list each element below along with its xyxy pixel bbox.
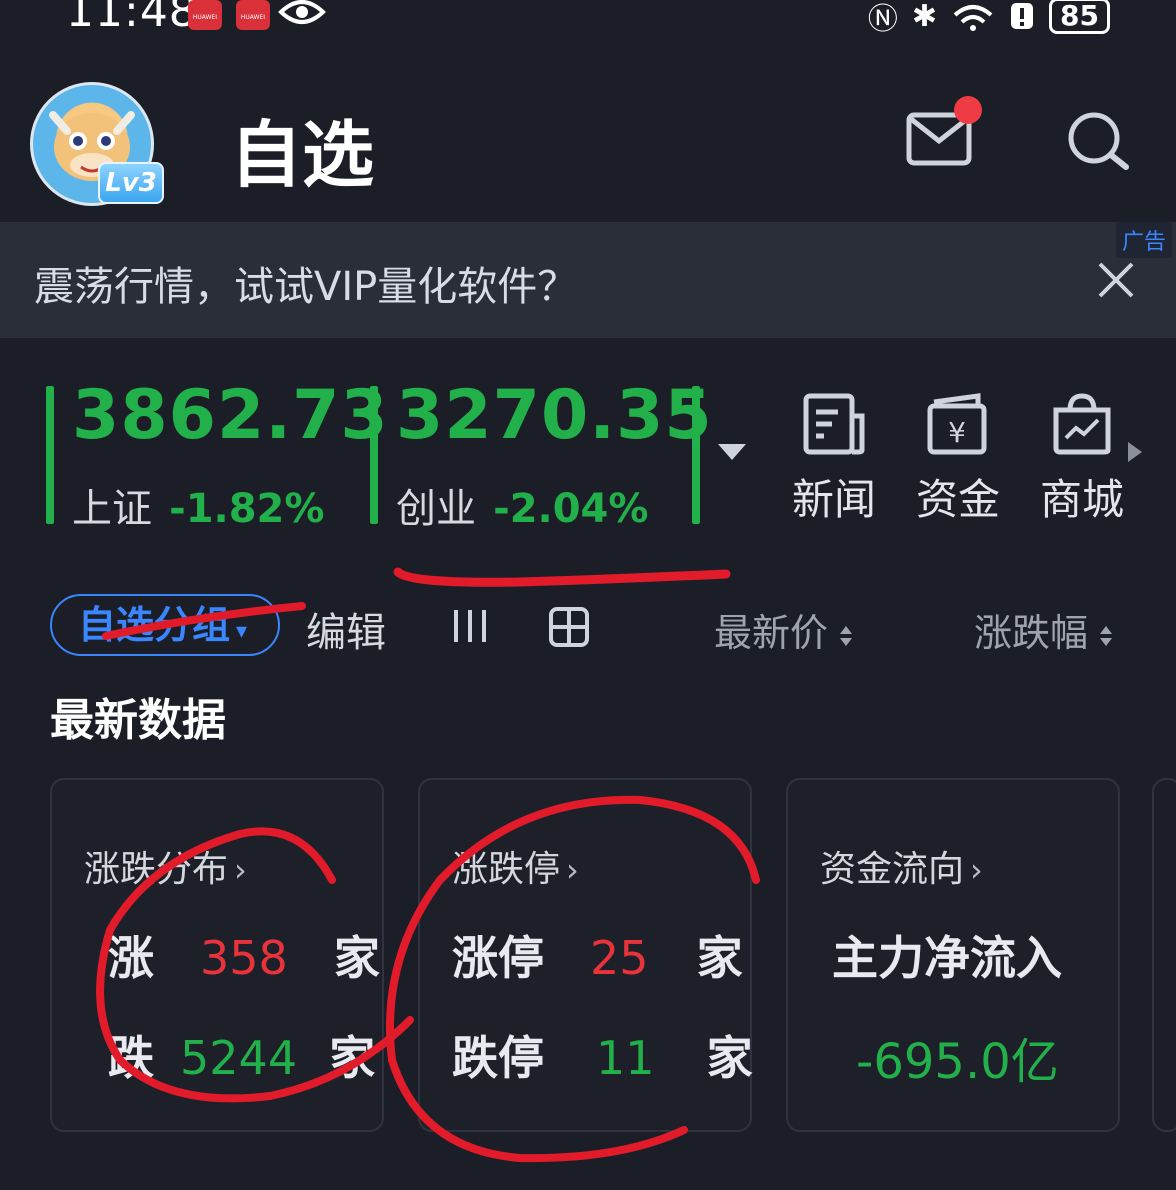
- unit-label: 家: [333, 931, 380, 985]
- yen-wallet-icon: ¥: [927, 393, 987, 455]
- group-selector[interactable]: 自选分组 ▾: [50, 594, 280, 656]
- unit-label: 家: [706, 1031, 753, 1085]
- limit-down-label: 跌停: [452, 1031, 544, 1085]
- search-icon[interactable]: [1066, 110, 1132, 170]
- group-label: 自选分组: [78, 603, 231, 647]
- card-distribution[interactable]: 涨跌分布 › 涨 358 家 跌 5244 家: [50, 778, 384, 1132]
- quick-link-label: 商城: [1039, 475, 1124, 524]
- card-title: 资金流向: [820, 849, 965, 890]
- huawei-app-icon: HUAWEI: [188, 0, 222, 30]
- chevron-right-icon[interactable]: [1128, 442, 1142, 462]
- next-card-peek[interactable]: [1152, 778, 1176, 1132]
- unit-label: 家: [696, 931, 743, 985]
- index-name: 上证: [72, 486, 152, 532]
- index-value: 3270.35: [396, 376, 713, 455]
- quick-link-label: 新闻: [791, 475, 876, 524]
- card-capital-flow[interactable]: 资金流向 › 主力净流入 -695.0亿: [786, 778, 1120, 1132]
- huawei-app-icon-2: HUAWEI: [236, 0, 270, 30]
- index-indicator-bar: [692, 386, 700, 524]
- limit-down-count: 11: [596, 1031, 655, 1085]
- index-change: -2.04%: [493, 486, 649, 532]
- quick-link-funds[interactable]: ¥ 资金: [908, 392, 1008, 527]
- index-value: 3862.73: [72, 376, 389, 455]
- up-label: 涨: [108, 931, 154, 985]
- edit-button[interactable]: 编辑: [306, 600, 386, 658]
- card-title: 涨跌停: [452, 849, 561, 890]
- flow-value: -695.0亿: [856, 1034, 1059, 1090]
- quick-link-label: 资金: [915, 475, 1000, 524]
- index-expand-caret-icon[interactable]: [718, 444, 746, 460]
- sort-latest-price[interactable]: 最新价: [714, 602, 853, 657]
- app-badge-label: HUAWEI: [192, 14, 218, 21]
- status-time: 11:48: [66, 0, 198, 37]
- shopping-bag-icon: [1053, 393, 1111, 455]
- sort-label: 涨跌幅: [974, 611, 1089, 655]
- page-title: 自选: [230, 113, 375, 197]
- chevron-right-icon: ›: [566, 851, 579, 889]
- down-label: 跌: [108, 1031, 154, 1085]
- status-icons: Ⓝ ✱ 85: [868, 0, 1110, 38]
- sort-arrows-icon: [840, 625, 853, 646]
- card-title: 涨跌分布: [84, 849, 229, 890]
- chevron-down-icon: ▾: [236, 619, 248, 644]
- annotation-underline: [393, 567, 731, 587]
- index-name: 创业: [396, 486, 476, 532]
- news-icon: [803, 393, 865, 455]
- app-badge-label-2: HUAWEI: [240, 14, 266, 21]
- index-shanghai[interactable]: 3862.73 上证 -1.82%: [46, 376, 388, 532]
- index-chinext[interactable]: 3270.35 创业 -2.04%: [370, 376, 712, 532]
- close-icon[interactable]: [1094, 258, 1138, 302]
- limit-up-label: 涨停: [452, 931, 544, 985]
- grid-view-icon[interactable]: [548, 606, 590, 648]
- level-badge: Lv3: [98, 162, 164, 204]
- battery-indicator: 85: [1049, 0, 1110, 34]
- chevron-right-icon: ›: [234, 851, 247, 889]
- down-count: 5244: [180, 1031, 298, 1085]
- up-count: 358: [200, 931, 288, 985]
- quick-link-news[interactable]: 新闻: [784, 392, 884, 527]
- sort-change-percent[interactable]: 涨跌幅: [974, 602, 1113, 657]
- sort-label: 最新价: [714, 611, 829, 655]
- wifi-icon: [953, 5, 993, 31]
- ad-tag: 广告: [1116, 222, 1173, 258]
- limit-up-count: 25: [590, 931, 649, 985]
- card-limit[interactable]: 涨跌停 › 涨停 25 家 跌停 11 家: [418, 778, 753, 1132]
- unread-dot: [954, 96, 982, 124]
- svg-text:¥: ¥: [948, 416, 966, 449]
- chevron-right-icon: ›: [970, 851, 983, 889]
- unit-label: 家: [329, 1031, 376, 1085]
- index-change: -1.82%: [169, 486, 325, 532]
- bluetooth-icon: ✱: [911, 0, 938, 34]
- column-view-icon[interactable]: [450, 606, 490, 646]
- alert-icon: [1011, 3, 1034, 29]
- quick-link-mall[interactable]: 商城: [1032, 392, 1132, 527]
- ad-text[interactable]: 震荡行情，试试VIP量化软件？: [34, 254, 577, 312]
- flow-label: 主力净流入: [832, 931, 1062, 985]
- eye-icon: [278, 0, 326, 24]
- section-title: 最新数据: [50, 695, 226, 746]
- sort-arrows-icon: [1100, 625, 1113, 646]
- nfc-icon: Ⓝ: [867, 2, 898, 37]
